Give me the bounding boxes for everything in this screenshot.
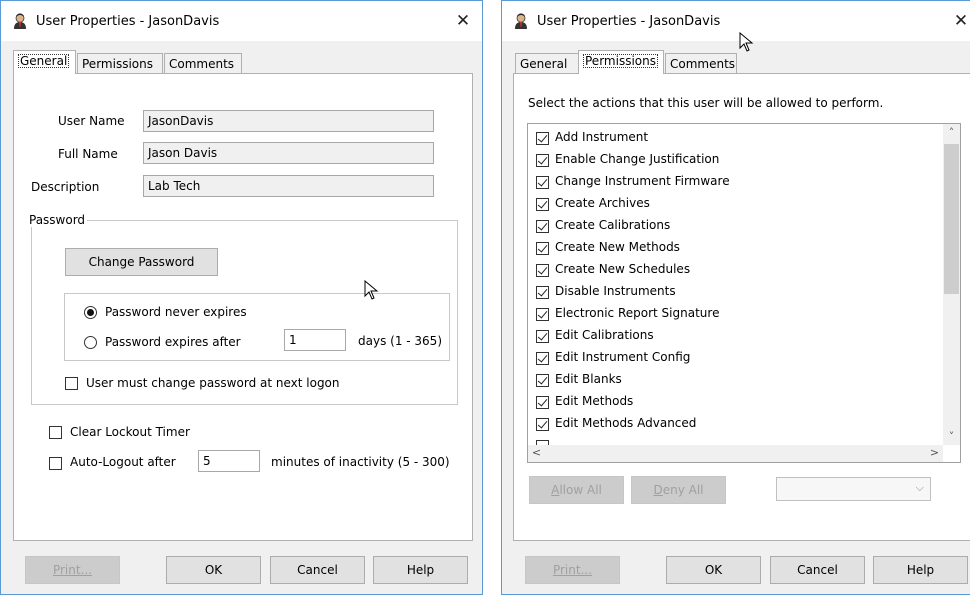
vertical-scrollbar[interactable]: ˄ ˅ xyxy=(943,124,960,445)
print-button[interactable]: Print... xyxy=(25,556,120,584)
days-range-label: days (1 - 365) xyxy=(358,334,442,348)
allow-all-label: Allow All xyxy=(551,483,602,497)
change-password-button[interactable]: Change Password xyxy=(65,248,218,276)
auto-logout-input[interactable]: 5 xyxy=(198,450,260,472)
allow-all-button[interactable]: Allow All xyxy=(529,476,624,504)
permission-label: Create New Methods xyxy=(555,240,680,254)
description-label: Description xyxy=(31,180,100,194)
instruction-text: Select the actions that this user will b… xyxy=(528,96,884,110)
auto-logout-label: Auto-Logout after xyxy=(70,455,176,469)
permission-label: Electronic Report Signature xyxy=(555,306,720,320)
right-dialog: User Properties - JasonDavis ✕ General P… xyxy=(501,0,970,595)
permission-label: Change Instrument Firmware xyxy=(555,174,730,188)
permission-combo[interactable]: ⌵ xyxy=(776,477,931,501)
print-button-label: Print... xyxy=(552,563,593,577)
cancel-button[interactable]: Cancel xyxy=(770,556,865,584)
mouse-pointer-icon xyxy=(364,280,379,300)
permission-label: Edit Instrument Config xyxy=(555,350,691,364)
permission-checkbox[interactable] xyxy=(536,198,549,211)
ok-button[interactable]: OK xyxy=(166,556,261,584)
permission-label: Edit Methods xyxy=(555,394,634,408)
tab-permissions-label: Permissions xyxy=(583,54,658,68)
must-change-label: User must change password at next logon xyxy=(86,376,340,390)
chevron-down-icon: ⌵ xyxy=(915,481,924,494)
window-title: User Properties - JasonDavis xyxy=(537,14,721,29)
permission-label: Edit Blanks xyxy=(555,372,622,386)
permission-checkbox[interactable] xyxy=(536,286,549,299)
permission-label: Disable Instruments xyxy=(555,284,676,298)
tab-general-label: General xyxy=(18,54,70,68)
permissions-panel: Select the actions that this user will b… xyxy=(513,73,970,541)
title-bar: User Properties - JasonDavis ✕ xyxy=(1,1,482,41)
scroll-down-icon[interactable]: ˅ xyxy=(943,430,960,443)
tab-permissions[interactable]: Permissions xyxy=(578,50,664,74)
cancel-button[interactable]: Cancel xyxy=(270,556,365,584)
auto-logout-checkbox[interactable] xyxy=(49,457,62,470)
scroll-left-icon[interactable]: < xyxy=(528,446,545,459)
permission-checkbox[interactable] xyxy=(536,330,549,343)
deny-all-button[interactable]: Deny All xyxy=(631,476,726,504)
expires-after-label: Password expires after xyxy=(105,335,241,349)
scroll-right-icon[interactable]: > xyxy=(926,446,943,459)
close-icon[interactable]: ✕ xyxy=(448,11,478,31)
permission-checkbox[interactable] xyxy=(536,374,549,387)
permission-label: Edit Calibrations xyxy=(555,328,654,342)
permission-checkbox[interactable] xyxy=(536,264,549,277)
horizontal-scrollbar[interactable]: < > xyxy=(528,445,943,462)
tab-general[interactable]: General xyxy=(13,50,76,74)
print-button-label: Print... xyxy=(52,563,93,577)
user-properties-icon xyxy=(515,13,527,29)
full-name-field[interactable]: Jason Davis xyxy=(143,142,434,164)
clear-lockout-label: Clear Lockout Timer xyxy=(70,425,190,439)
password-group-title: Password xyxy=(27,213,88,227)
permission-checkbox[interactable] xyxy=(536,176,549,189)
permission-checkbox[interactable] xyxy=(536,352,549,365)
permission-checkbox[interactable] xyxy=(536,220,549,233)
tab-permissions[interactable]: Permissions xyxy=(77,53,163,74)
deny-all-label: Deny All xyxy=(653,483,704,497)
expiry-options-group xyxy=(64,293,450,361)
permission-checkbox[interactable] xyxy=(536,418,549,431)
close-icon[interactable]: ✕ xyxy=(946,11,970,31)
scrollbar-thumb[interactable] xyxy=(944,144,959,294)
permission-label: Create Calibrations xyxy=(555,218,671,232)
permission-checkbox[interactable] xyxy=(536,242,549,255)
tab-comments[interactable]: Comments xyxy=(164,53,242,74)
must-change-checkbox[interactable] xyxy=(65,377,78,390)
help-button[interactable]: Help xyxy=(373,556,468,584)
permissions-list[interactable]: Add Instrument Enable Change Justificatio… xyxy=(527,123,961,463)
description-field[interactable]: Lab Tech xyxy=(143,175,434,197)
window-title: User Properties - JasonDavis xyxy=(36,14,220,29)
permission-label: Edit Methods Advanced xyxy=(555,416,697,430)
permission-checkbox[interactable] xyxy=(536,396,549,409)
mouse-pointer-icon xyxy=(739,32,754,52)
permission-checkbox[interactable] xyxy=(536,154,549,167)
general-panel: User Name JasonDavis Full Name Jason Dav… xyxy=(13,73,473,541)
permission-label: Enable Change Justification xyxy=(555,152,720,166)
title-bar: User Properties - JasonDavis ✕ xyxy=(502,1,970,41)
left-dialog: User Properties - JasonDavis ✕ General P… xyxy=(0,0,483,595)
permission-label: Create Archives xyxy=(555,196,650,210)
full-name-label: Full Name xyxy=(58,147,118,161)
help-button[interactable]: Help xyxy=(873,556,968,584)
permission-label: Create New Schedules xyxy=(555,262,691,276)
clear-lockout-checkbox[interactable] xyxy=(49,426,62,439)
scroll-up-icon[interactable]: ˄ xyxy=(943,126,960,139)
tab-general[interactable]: General xyxy=(515,53,579,74)
ok-button[interactable]: OK xyxy=(666,556,761,584)
user-properties-icon xyxy=(14,13,26,29)
inactivity-label: minutes of inactivity (5 - 300) xyxy=(271,455,450,469)
expires-after-radio[interactable] xyxy=(84,336,97,349)
expire-days-input[interactable]: 1 xyxy=(284,329,346,351)
never-expires-label: Password never expires xyxy=(105,305,247,319)
print-button[interactable]: Print... xyxy=(525,556,620,584)
tab-comments[interactable]: Comments xyxy=(665,53,737,74)
permission-label: Add Instrument xyxy=(555,130,649,144)
never-expires-radio[interactable] xyxy=(84,306,97,319)
user-name-field[interactable]: JasonDavis xyxy=(143,110,434,132)
user-name-label: User Name xyxy=(58,114,125,128)
permission-checkbox[interactable] xyxy=(536,308,549,321)
permission-checkbox[interactable] xyxy=(536,132,549,145)
